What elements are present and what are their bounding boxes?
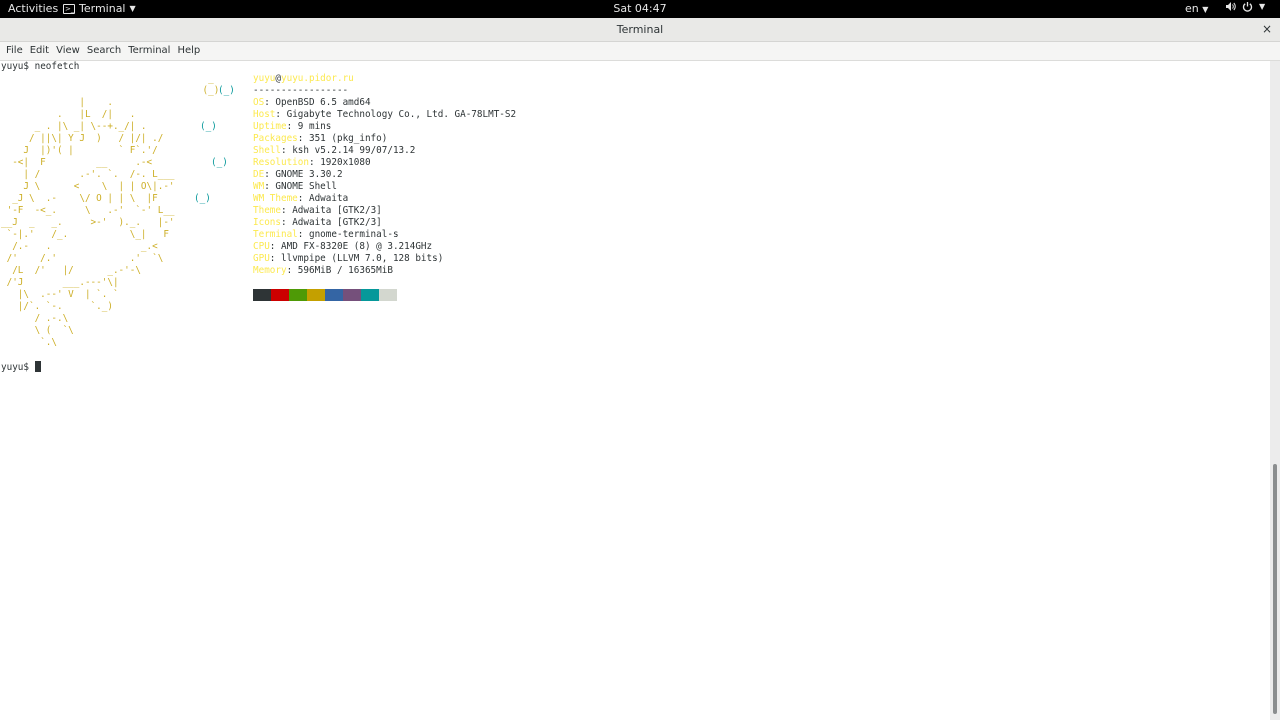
- chevron-down-icon: ▼: [1202, 5, 1209, 14]
- window-titlebar[interactable]: Terminal ×: [0, 18, 1280, 42]
- app-menu-button[interactable]: >_ Terminal ▼: [63, 2, 136, 15]
- ascii-line: / ||\| Y J ) / |/| ./: [1, 133, 164, 144]
- ascii-bubble: (_): [200, 121, 217, 132]
- ascii-line: |\ .--' V | `. `: [1, 289, 119, 300]
- menu-terminal[interactable]: Terminal: [128, 42, 170, 60]
- palette-swatch: [325, 289, 343, 301]
- info-row: Icons: Adwaita [GTK2/3]: [253, 217, 382, 228]
- color-palette: [253, 289, 397, 301]
- info-row: Uptime: 9 mins: [253, 121, 332, 132]
- menu-edit[interactable]: Edit: [30, 42, 49, 60]
- info-row: DE: GNOME 3.30.2: [253, 169, 343, 180]
- ascii-line: /.- . _.<: [1, 241, 158, 252]
- ascii-line: /' /.' .' `\: [1, 253, 164, 264]
- palette-swatch: [379, 289, 397, 301]
- close-icon[interactable]: ×: [1262, 22, 1272, 36]
- info-row: CPU: AMD FX-8320E (8) @ 3.214GHz: [253, 241, 433, 252]
- ascii-line: _J \ .- \/ O | | \ |F: [1, 193, 158, 204]
- info-row: WM: GNOME Shell: [253, 181, 337, 192]
- chevron-down-icon: ▼: [129, 4, 136, 13]
- info-row: Terminal: gnome-terminal-s: [253, 229, 399, 240]
- palette-swatch: [361, 289, 379, 301]
- ascii-line: _: [1, 73, 214, 84]
- info-row: Memory: 596MiB / 16365MiB: [253, 265, 393, 276]
- ascii-line: _ . |\ _| \--+._/| .: [1, 121, 147, 132]
- menu-search[interactable]: Search: [87, 42, 121, 60]
- info-row: GPU: llvmpipe (LLVM 7.0, 128 bits): [253, 253, 444, 264]
- ascii-bubble: (_): [194, 193, 211, 204]
- info-row: Theme: Adwaita [GTK2/3]: [253, 205, 382, 216]
- ascii-line: /L /' |/ _.-'-\: [1, 265, 141, 276]
- command-text: neofetch: [34, 61, 80, 72]
- ascii-line: \ ( `\: [1, 325, 74, 336]
- ascii-line: /'J ___.---'\|: [1, 277, 119, 288]
- ascii-line: J \ < \ | | O\|.-': [1, 181, 175, 192]
- menu-view[interactable]: View: [56, 42, 80, 60]
- command-line: yuyu$ neofetch: [1, 61, 80, 72]
- ascii-line: -<| F __ .-<: [1, 157, 153, 168]
- window-title: Terminal: [616, 23, 664, 36]
- ascii-line: '-F -<_. \ .-' `-' L__: [1, 205, 175, 216]
- menu-help[interactable]: Help: [177, 42, 200, 60]
- language-indicator[interactable]: en ▼: [1185, 2, 1208, 15]
- separator: -----------------: [253, 85, 349, 96]
- ascii-line: __J _ _. >-' )._. |-': [1, 217, 175, 228]
- activities-button[interactable]: Activities: [8, 2, 58, 15]
- ascii-line: / .-.\: [1, 313, 69, 324]
- scrollbar[interactable]: [1270, 61, 1280, 720]
- ascii-line: . |L /| .: [1, 109, 136, 120]
- ascii-bubble: (_): [218, 85, 235, 96]
- system-tray[interactable]: ▼: [1225, 1, 1265, 12]
- ascii-line: J |)'( | ` F`.'/: [1, 145, 158, 156]
- ascii-line: |/`. `-. `._): [1, 301, 113, 312]
- info-row: WM Theme: Adwaita: [253, 193, 349, 204]
- info-row: Shell: ksh v5.2.14 99/07/13.2: [253, 145, 416, 156]
- scrollbar-thumb[interactable]: [1273, 464, 1277, 714]
- terminal-icon: >_: [63, 3, 75, 14]
- palette-swatch: [343, 289, 361, 301]
- info-row: Packages: 351 (pkg_info): [253, 133, 388, 144]
- palette-swatch: [307, 289, 325, 301]
- text-cursor: [34, 361, 41, 372]
- info-row: Host: Gigabyte Technology Co., Ltd. GA-7…: [253, 109, 517, 120]
- menu-file[interactable]: File: [6, 42, 23, 60]
- terminal-view[interactable]: yuyu$ neofetch _ (_) | . . |L /| . _ . |…: [0, 61, 1270, 720]
- palette-swatch: [253, 289, 271, 301]
- palette-swatch: [289, 289, 307, 301]
- ascii-line: `.\: [1, 337, 57, 348]
- current-prompt[interactable]: yuyu$: [1, 361, 41, 374]
- top-bar: Activities >_ Terminal ▼ Sat 04:47 en ▼ …: [0, 0, 1280, 18]
- volume-icon: [1226, 2, 1236, 11]
- ascii-line: `-|.' /_. \_| F: [1, 229, 169, 240]
- info-row: OS: OpenBSD 6.5 amd64: [253, 97, 371, 108]
- menu-bar: File Edit View Search Terminal Help: [0, 42, 1280, 61]
- ascii-line: (_): [1, 85, 220, 96]
- ascii-line: | / .-'. `. /-. L___: [1, 169, 175, 180]
- power-icon: [1242, 2, 1253, 12]
- app-menu-label: Terminal: [79, 2, 126, 15]
- ascii-bubble: (_): [211, 157, 228, 168]
- user-host: yuyu@yuyu.pidor.ru: [253, 73, 354, 84]
- palette-swatch: [271, 289, 289, 301]
- info-row: Resolution: 1920x1080: [253, 157, 371, 168]
- chevron-down-icon: ▼: [1259, 2, 1266, 11]
- clock[interactable]: Sat 04:47: [613, 2, 666, 15]
- ascii-line: | .: [1, 97, 113, 108]
